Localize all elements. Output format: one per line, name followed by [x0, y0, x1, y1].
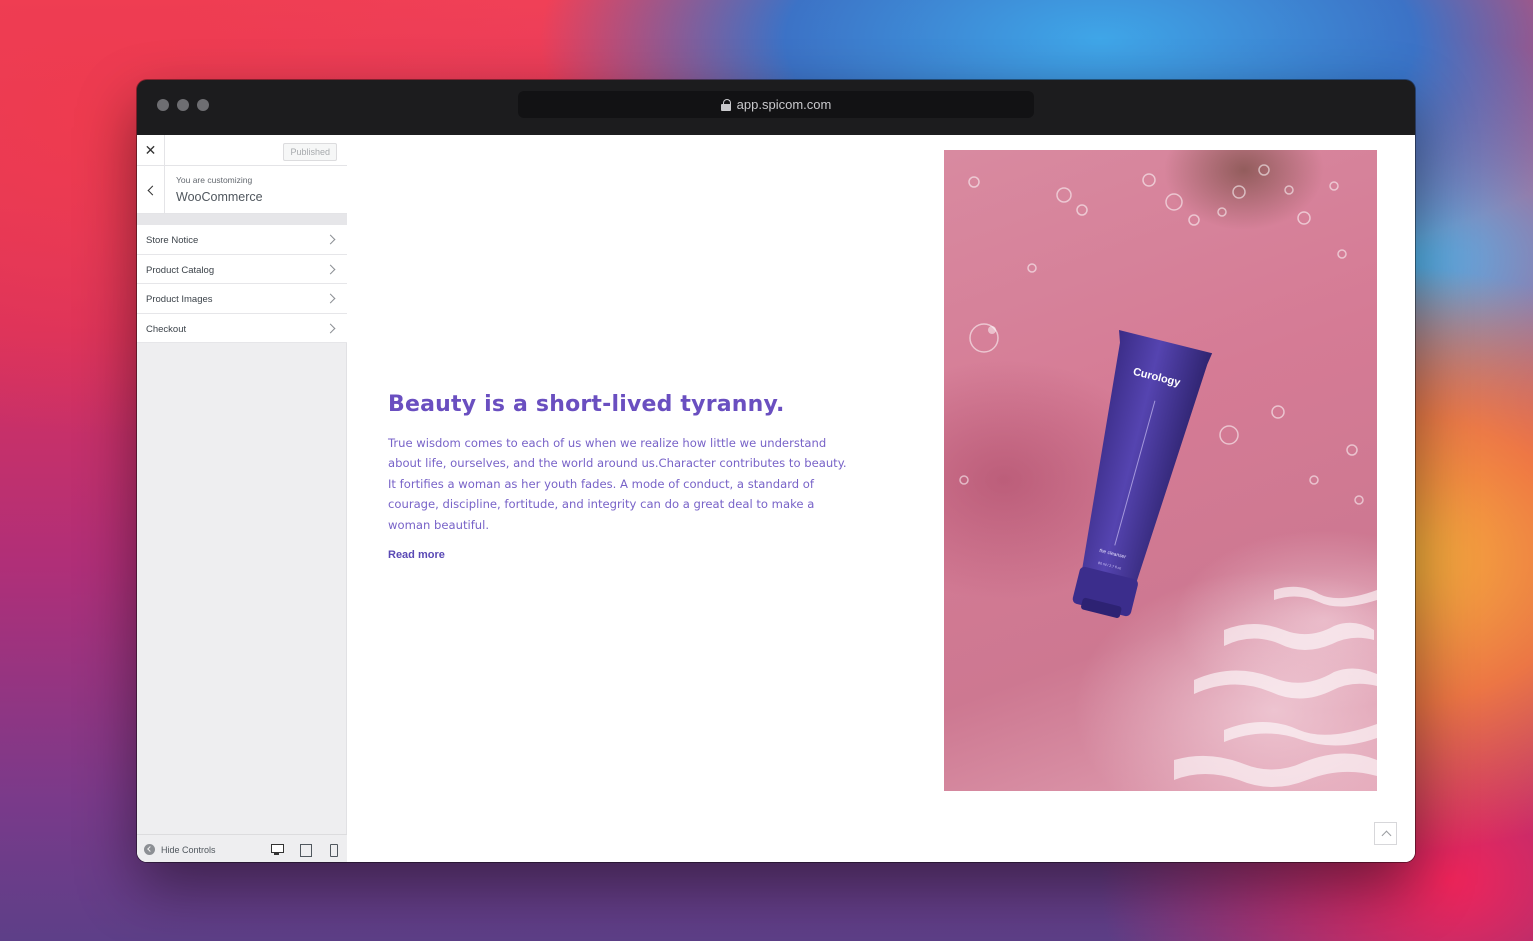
chevron-right-icon: [325, 264, 336, 274]
hide-controls-icon[interactable]: [144, 844, 155, 855]
published-button[interactable]: Published: [283, 143, 337, 161]
page-content: ✕ Published You are customizing WooComme…: [137, 135, 1415, 862]
section-label: Product Images: [146, 294, 213, 305]
close-window-button[interactable]: [157, 99, 169, 111]
product-photo: Curology the cleanser 80 ml / 2.7 fl oz: [944, 150, 1377, 791]
section-label: Store Notice: [146, 235, 199, 246]
lock-icon: [720, 98, 731, 111]
address-bar[interactable]: app.spicom.com: [518, 91, 1034, 118]
back-button[interactable]: [137, 166, 165, 214]
desktop-icon[interactable]: [270, 843, 284, 856]
chevron-right-icon: [325, 293, 336, 304]
close-icon: ✕: [144, 142, 157, 158]
title-bar: app.spicom.com: [137, 80, 1415, 133]
page-headline: Beauty is a short-lived tyranny.: [388, 392, 785, 417]
read-more-link[interactable]: Read more: [388, 549, 445, 561]
url-text: app.spicom.com: [736, 97, 832, 112]
browser-window: app.spicom.com ✕ Published You are custo…: [137, 80, 1415, 862]
section-store-notice[interactable]: Store Notice: [137, 225, 347, 255]
tablet-icon[interactable]: [299, 843, 312, 857]
site-preview: Beauty is a short-lived tyranny. True wi…: [348, 135, 1415, 862]
hide-controls-button[interactable]: Hide Controls: [161, 845, 216, 855]
section-checkout[interactable]: Checkout: [137, 313, 347, 343]
section-product-catalog[interactable]: Product Catalog: [137, 254, 347, 284]
water-ripples: [1174, 586, 1377, 787]
section-label: Checkout: [146, 323, 187, 335]
customizer-section-list: Store Notice Product Catalog Product Ima…: [137, 225, 347, 343]
customizer-sidebar: ✕ Published You are customizing WooComme…: [137, 135, 347, 862]
section-label: Product Catalog: [146, 264, 215, 276]
chevron-right-icon: [325, 234, 336, 245]
customizing-label: You are customizing: [176, 175, 253, 185]
page-body-text: True wisdom comes to each of us when we …: [388, 436, 847, 532]
scroll-to-top-button[interactable]: [1374, 822, 1397, 845]
close-customizer-button[interactable]: ✕: [137, 135, 165, 166]
chevron-left-icon: [147, 185, 157, 195]
sidebar-header: ✕ Published: [137, 135, 347, 166]
section-product-images[interactable]: Product Images: [137, 284, 347, 314]
chevron-right-icon: [325, 323, 336, 333]
mobile-icon[interactable]: [327, 843, 340, 857]
product-tube: Curology the cleanser 80 ml / 2.7 fl oz: [1072, 330, 1213, 618]
minimize-window-button[interactable]: [177, 99, 189, 111]
product-photo-art: Curology the cleanser 80 ml / 2.7 fl oz: [959, 164, 1377, 787]
customizing-title: WooCommerce: [176, 190, 263, 204]
maximize-window-button[interactable]: [197, 99, 209, 111]
customizing-panel-header: You are customizing WooCommerce: [137, 166, 347, 214]
sidebar-footer: Hide Controls: [137, 834, 347, 862]
section-divider: [137, 214, 347, 225]
